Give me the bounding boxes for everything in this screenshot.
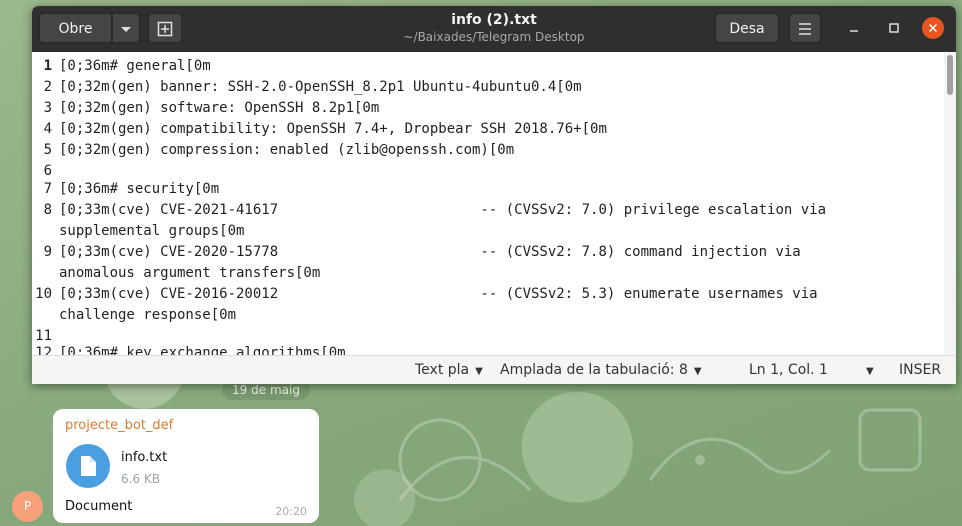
text-line[interactable]: 10 [0;33m(cve) CVE-2016-20012 -- (CVSSv2:…	[32, 284, 944, 305]
text-line[interactable]: supplemental groups[0m	[32, 221, 944, 242]
line-text: anomalous argument transfers[0m	[59, 265, 321, 281]
doodle-icon	[398, 418, 532, 502]
line-number: 2	[43, 79, 52, 95]
line-text: [0;33m(cve) CVE-2020-15778 -- (CVSSv2: 7…	[59, 244, 801, 260]
line-number: 8	[43, 202, 52, 218]
dropdown-arrow-icon: ▼	[475, 366, 483, 377]
message-time: 20:20	[275, 505, 307, 518]
syntax-label: Text pla	[415, 362, 470, 378]
minimize-icon	[850, 30, 858, 32]
vertical-scrollbar[interactable]	[944, 52, 956, 355]
file-name[interactable]: info.txt	[121, 450, 167, 465]
sender-name[interactable]: projecte_bot_def	[65, 418, 173, 433]
cursor-position-label: Ln 1, Col. 1	[749, 362, 828, 378]
doodle-icon	[858, 408, 922, 472]
whale-doodle-icon	[648, 437, 832, 481]
line-text: [0;33m(cve) CVE-2021-41617 -- (CVSSv2: 7…	[59, 202, 827, 218]
line-text: [0;33m(cve) CVE-2016-20012 -- (CVSSv2: 5…	[59, 286, 818, 302]
text-line[interactable]: 4 [0;32m(gen) compatibility: OpenSSH 7.4+…	[32, 119, 944, 140]
line-text: [0;36m# general[0m	[59, 58, 211, 74]
close-icon	[928, 23, 938, 33]
line-text: [0;36m# key exchange algorithms[0m	[59, 345, 346, 355]
syntax-selector[interactable]: Text pla ▼	[415, 362, 483, 378]
line-text: challenge response[0m	[59, 307, 237, 323]
line-number: 10	[35, 286, 52, 302]
insert-mode-label: INSER	[899, 362, 942, 378]
message-caption: Document	[65, 499, 133, 514]
maximize-icon	[889, 23, 899, 33]
tab-width-label: Amplada de la tabulació: 8	[500, 362, 688, 378]
save-button[interactable]: Desa	[715, 13, 779, 43]
file-download-button[interactable]	[66, 444, 110, 488]
line-number: 7	[43, 181, 52, 197]
text-line[interactable]: anomalous argument transfers[0m	[32, 263, 944, 284]
line-text: [0;32m(gen) banner: SSH-2.0-OpenSSH_8.2p…	[59, 79, 582, 95]
cursor-position-selector[interactable]: Ln 1, Col. 1	[749, 362, 828, 378]
line-number: 12	[35, 345, 52, 355]
line-number: 5	[43, 142, 52, 158]
line-text: supplemental groups[0m	[59, 223, 245, 239]
avatar[interactable]: P	[12, 491, 43, 522]
line-number: 4	[43, 121, 52, 137]
text-line[interactable]: 8 [0;33m(cve) CVE-2021-41617 -- (CVSSv2: …	[32, 200, 944, 221]
cursor-position-dropdown[interactable]: ▼	[860, 362, 874, 378]
line-text: [0;32m(gen) compatibility: OpenSSH 7.4+,…	[59, 121, 607, 137]
maximize-button[interactable]	[883, 17, 905, 39]
text-line[interactable]: 9 [0;33m(cve) CVE-2020-15778 -- (CVSSv2: …	[32, 242, 944, 263]
line-text: [0;32m(gen) software: OpenSSH 8.2p1[0m	[59, 100, 380, 116]
text-line[interactable]: 7 [0;36m# security[0m	[32, 179, 944, 200]
statusbar: Text pla ▼ Amplada de la tabulació: 8 ▼ Ln…	[32, 355, 956, 384]
text-line[interactable]: 3 [0;32m(gen) software: OpenSSH 8.2p1[0m	[32, 98, 944, 119]
text-line[interactable]: 5 [0;32m(gen) compression: enabled (zlib@…	[32, 140, 944, 161]
insert-mode-indicator[interactable]: INSER	[899, 362, 941, 378]
tab-width-selector[interactable]: Amplada de la tabulació: 8 ▼	[500, 362, 702, 378]
text-line[interactable]: 1 [0;36m# general[0m	[32, 56, 944, 77]
text-line[interactable]: challenge response[0m	[32, 305, 944, 326]
line-text: [0;32m(gen) compression: enabled (zlib@o…	[59, 142, 515, 158]
menu-button[interactable]	[789, 13, 821, 43]
dropdown-arrow-icon: ▼	[866, 366, 874, 377]
line-number: 9	[43, 244, 52, 260]
headerbar: Obre info (2).txt ~/Baixades/Telegram De…	[32, 6, 956, 52]
line-text: [0;36m# security[0m	[59, 181, 220, 197]
text-line[interactable]: 12 [0;36m# key exchange algorithms[0m	[32, 343, 944, 355]
minimize-button[interactable]	[843, 17, 865, 39]
scrollbar-thumb[interactable]	[947, 55, 953, 95]
dropdown-arrow-icon: ▼	[693, 366, 702, 377]
file-size: 6.6 KB	[121, 472, 160, 486]
message-bubble[interactable]: projecte_bot_def info.txt 6.6 KB Documen…	[53, 409, 319, 523]
line-number: 3	[43, 100, 52, 116]
text-line[interactable]: 2 [0;32m(gen) banner: SSH-2.0-OpenSSH_8.2…	[32, 77, 944, 98]
line-number: 1	[43, 58, 52, 74]
hamburger-menu-icon	[799, 23, 811, 35]
close-button[interactable]	[922, 17, 944, 39]
text-area[interactable]: 1 [0;36m# general[0m 2 [0;32m(gen) banner: …	[32, 52, 956, 355]
text-editor-window: Obre info (2).txt ~/Baixades/Telegram De…	[32, 6, 956, 384]
file-icon	[81, 456, 96, 476]
